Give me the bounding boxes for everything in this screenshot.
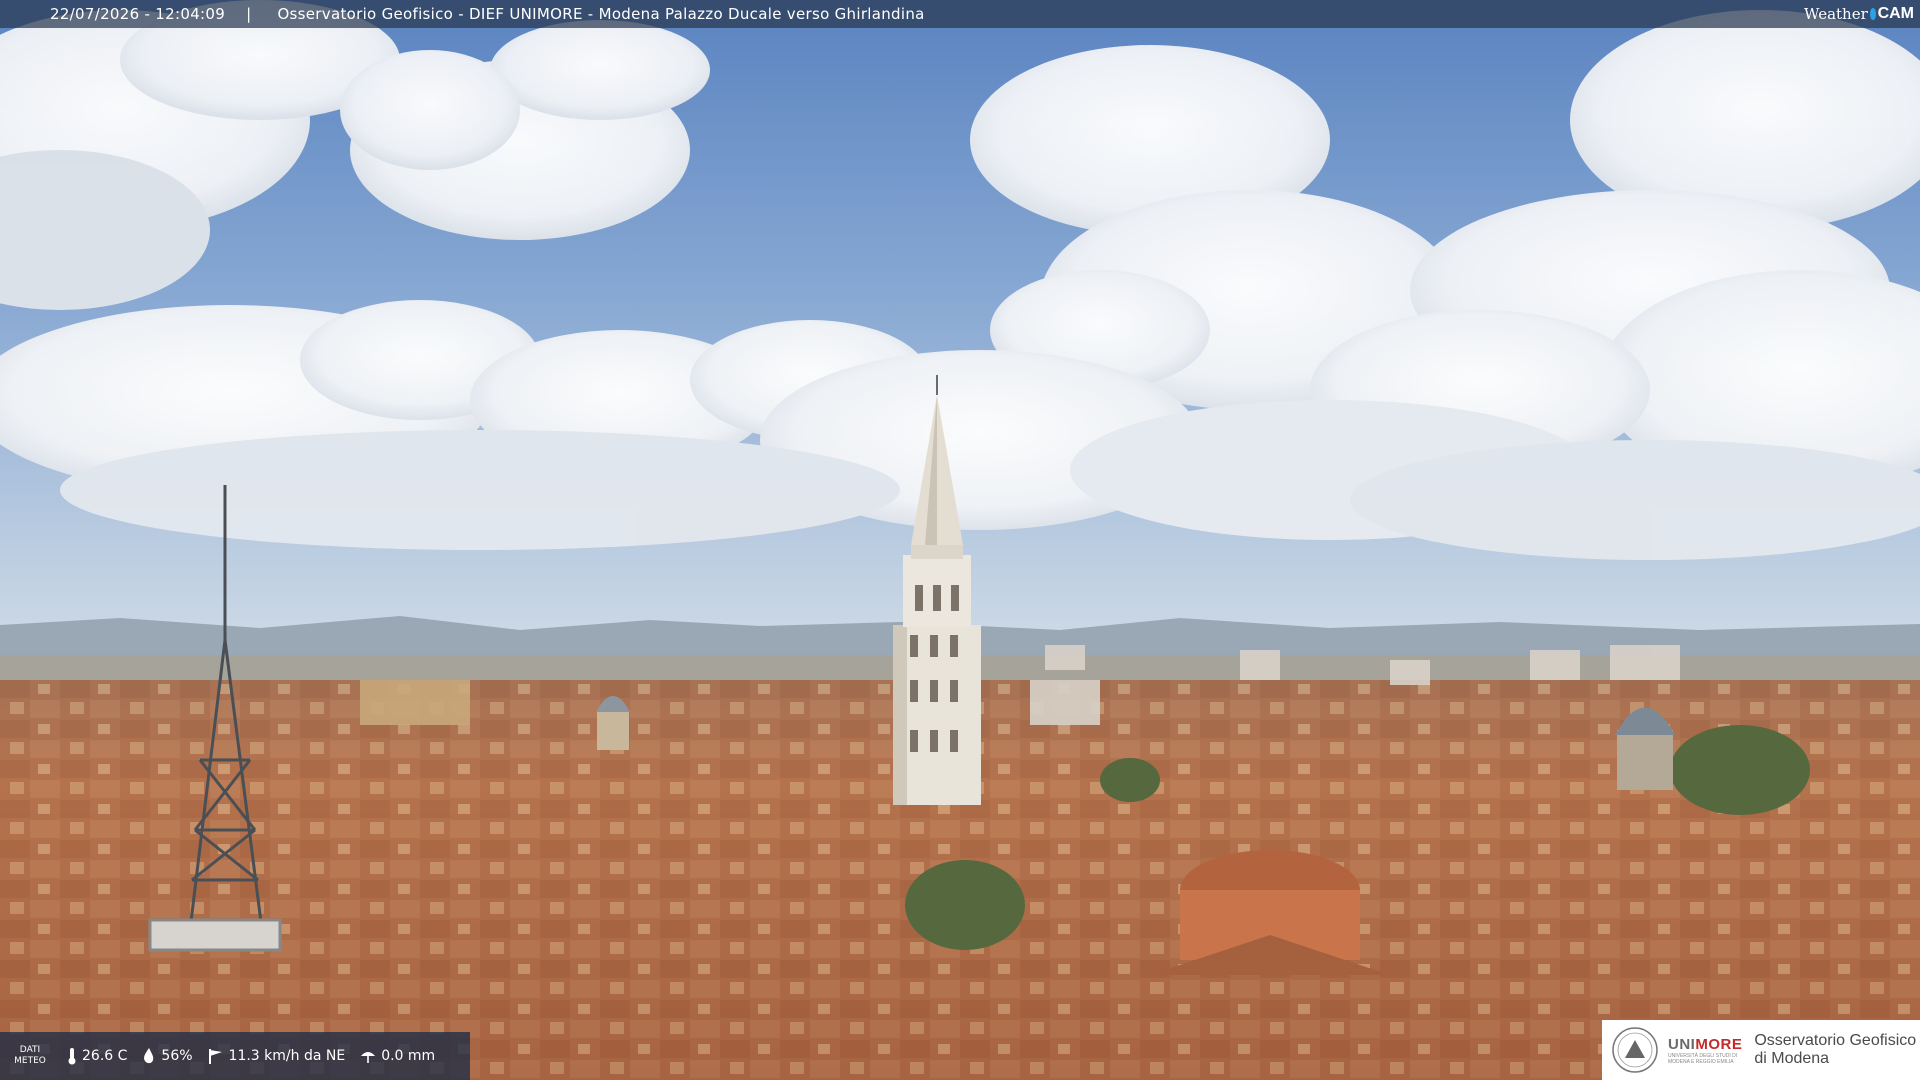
temperature-value: 26.6 C	[82, 1048, 128, 1064]
meteo-strip: DATI METEO 26.6 C 56% 11.3 km/h da NE 0.…	[0, 1032, 470, 1080]
webcam-view	[0, 0, 1920, 1080]
header-separator: |	[246, 5, 252, 23]
weathercam-dot-icon	[1869, 8, 1876, 20]
location-title: Osservatorio Geofisico - DIEF UNIMORE - …	[277, 5, 925, 23]
unimore-subtitle-2: MODENA E REGGIO EMILIA	[1668, 1058, 1734, 1065]
rain-reading: 0.0 mm	[359, 1047, 435, 1065]
weathercam-word: Weather	[1804, 5, 1868, 23]
temperature-reading: 26.6 C	[66, 1047, 127, 1065]
rain-value: 0.0 mm	[381, 1048, 436, 1064]
wind-reading: 11.3 km/h da NE	[207, 1047, 346, 1065]
observatory-name: Osservatorio Geofisico di Modena	[1754, 1032, 1917, 1067]
weathercam-logo: Weather CAM	[1804, 0, 1920, 28]
wind-icon	[208, 1049, 222, 1064]
weathercam-cam: CAM	[1877, 5, 1914, 22]
thermometer-icon	[68, 1048, 76, 1065]
meteo-label: DATI METEO	[14, 1045, 46, 1066]
unimore-logo: UNIMORE UNIVERSITÀ DEGLI STUDI DI MODENA…	[1602, 1020, 1920, 1080]
university-seal-icon	[1612, 1027, 1658, 1073]
humidity-reading: 56%	[141, 1047, 193, 1065]
humidity-value: 56%	[161, 1048, 193, 1064]
unimore-name: UNIMORE	[1668, 1035, 1743, 1053]
dome-left	[596, 696, 630, 750]
rain-icon	[361, 1052, 376, 1063]
humidity-drop-icon	[144, 1048, 154, 1064]
timestamp: 22/07/2026 - 12:04:09	[50, 5, 226, 23]
header-banner: 22/07/2026 - 12:04:09 | Osservatorio Geo…	[0, 0, 1920, 28]
wind-value: 11.3 km/h da NE	[228, 1048, 346, 1064]
